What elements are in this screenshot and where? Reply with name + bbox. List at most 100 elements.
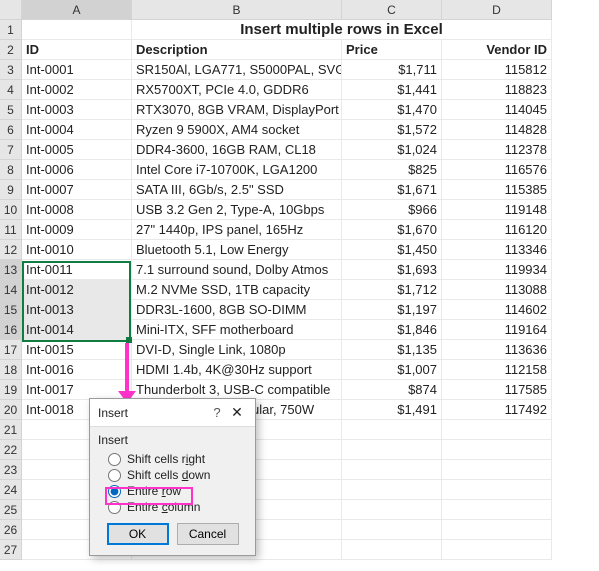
cell-empty-27-2[interactable]	[342, 540, 442, 560]
cell-desc-19[interactable]: Thunderbolt 3, USB-C compatible	[132, 380, 342, 400]
cell-id-9[interactable]: Int-0007	[22, 180, 132, 200]
row-header-13[interactable]: 13	[0, 260, 22, 280]
cell-vendor-20[interactable]: 117492	[442, 400, 552, 420]
cell-id-11[interactable]: Int-0009	[22, 220, 132, 240]
cell-id-7[interactable]: Int-0005	[22, 140, 132, 160]
cell-empty-21-2[interactable]	[342, 420, 442, 440]
cell-price-19[interactable]: $874	[342, 380, 442, 400]
row-header-6[interactable]: 6	[0, 120, 22, 140]
cell-price-5[interactable]: $1,470	[342, 100, 442, 120]
cell-empty-24-3[interactable]	[442, 480, 552, 500]
cell-empty-23-3[interactable]	[442, 460, 552, 480]
row-header-1[interactable]: 1	[0, 20, 22, 40]
option-entire-row[interactable]: Entire row	[98, 483, 247, 499]
cell-id-18[interactable]: Int-0016	[22, 360, 132, 380]
cell-vendor-6[interactable]: 114828	[442, 120, 552, 140]
row-header-4[interactable]: 4	[0, 80, 22, 100]
cell-empty-25-3[interactable]	[442, 500, 552, 520]
cell-price-11[interactable]: $1,670	[342, 220, 442, 240]
cell-price-10[interactable]: $966	[342, 200, 442, 220]
cancel-button[interactable]: Cancel	[177, 523, 239, 545]
cell-id-4[interactable]: Int-0002	[22, 80, 132, 100]
cell-price-7[interactable]: $1,024	[342, 140, 442, 160]
cell-empty-25-2[interactable]	[342, 500, 442, 520]
cell-id-3[interactable]: Int-0001	[22, 60, 132, 80]
option-entire-column[interactable]: Entire column	[98, 499, 247, 515]
row-header-10[interactable]: 10	[0, 200, 22, 220]
cell-empty-27-3[interactable]	[442, 540, 552, 560]
cell-id-12[interactable]: Int-0010	[22, 240, 132, 260]
cell-price-20[interactable]: $1,491	[342, 400, 442, 420]
cell-id-15[interactable]: Int-0013	[22, 300, 132, 320]
cell-desc-3[interactable]: SR150Al, LGA771, S5000PAL, SVGA	[132, 60, 342, 80]
row-header-20[interactable]: 20	[0, 400, 22, 420]
cell-vendor-9[interactable]: 115385	[442, 180, 552, 200]
header-vendor[interactable]: Vendor ID	[442, 40, 552, 60]
cell-desc-18[interactable]: HDMI 1.4b, 4K@30Hz support	[132, 360, 342, 380]
col-header-C[interactable]: C	[342, 0, 442, 20]
option-shift-right[interactable]: Shift cells right	[98, 451, 247, 467]
cell-vendor-16[interactable]: 119164	[442, 320, 552, 340]
cell-vendor-11[interactable]: 116120	[442, 220, 552, 240]
cell-desc-17[interactable]: DVI-D, Single Link, 1080p	[132, 340, 342, 360]
col-header-D[interactable]: D	[442, 0, 552, 20]
cell-desc-16[interactable]: Mini-ITX, SFF motherboard	[132, 320, 342, 340]
cell-price-4[interactable]: $1,441	[342, 80, 442, 100]
cell-vendor-7[interactable]: 112378	[442, 140, 552, 160]
cell-price-13[interactable]: $1,693	[342, 260, 442, 280]
cell-empty-23-2[interactable]	[342, 460, 442, 480]
row-header-9[interactable]: 9	[0, 180, 22, 200]
cell-id-5[interactable]: Int-0003	[22, 100, 132, 120]
cell-vendor-12[interactable]: 113346	[442, 240, 552, 260]
cell-empty-26-2[interactable]	[342, 520, 442, 540]
radio-shift-down[interactable]	[108, 469, 121, 482]
cell-id-17[interactable]: Int-0015	[22, 340, 132, 360]
cell-desc-9[interactable]: SATA III, 6Gb/s, 2.5" SSD	[132, 180, 342, 200]
cell-desc-6[interactable]: Ryzen 9 5900X, AM4 socket	[132, 120, 342, 140]
cell-desc-8[interactable]: Intel Core i7-10700K, LGA1200	[132, 160, 342, 180]
radio-entire-column[interactable]	[108, 501, 121, 514]
cell-vendor-4[interactable]: 118823	[442, 80, 552, 100]
header-id[interactable]: ID	[22, 40, 132, 60]
cell-empty-22-3[interactable]	[442, 440, 552, 460]
radio-shift-right[interactable]	[108, 453, 121, 466]
cell-price-6[interactable]: $1,572	[342, 120, 442, 140]
row-header-16[interactable]: 16	[0, 320, 22, 340]
cell-desc-7[interactable]: DDR4-3600, 16GB RAM, CL18	[132, 140, 342, 160]
cell-price-14[interactable]: $1,712	[342, 280, 442, 300]
cell-empty-22-2[interactable]	[342, 440, 442, 460]
row-header-11[interactable]: 11	[0, 220, 22, 240]
row-header-22[interactable]: 22	[0, 440, 22, 460]
col-header-B[interactable]: B	[132, 0, 342, 20]
dialog-titlebar[interactable]: Insert ? ✕	[90, 399, 255, 427]
row-header-5[interactable]: 5	[0, 100, 22, 120]
row-header-12[interactable]: 12	[0, 240, 22, 260]
radio-entire-row[interactable]	[108, 485, 121, 498]
cell-vendor-13[interactable]: 119934	[442, 260, 552, 280]
cell-desc-15[interactable]: DDR3L-1600, 8GB SO-DIMM	[132, 300, 342, 320]
cell-price-3[interactable]: $1,711	[342, 60, 442, 80]
row-header-2[interactable]: 2	[0, 40, 22, 60]
row-header-15[interactable]: 15	[0, 300, 22, 320]
cell-A1[interactable]	[22, 20, 132, 40]
cell-id-10[interactable]: Int-0008	[22, 200, 132, 220]
row-header-18[interactable]: 18	[0, 360, 22, 380]
cell-vendor-14[interactable]: 113088	[442, 280, 552, 300]
cell-empty-21-3[interactable]	[442, 420, 552, 440]
ok-button[interactable]: OK	[107, 523, 169, 545]
cell-id-8[interactable]: Int-0006	[22, 160, 132, 180]
row-header-21[interactable]: 21	[0, 420, 22, 440]
cell-price-16[interactable]: $1,846	[342, 320, 442, 340]
help-button[interactable]: ?	[209, 405, 225, 420]
cell-desc-5[interactable]: RTX3070, 8GB VRAM, DisplayPort	[132, 100, 342, 120]
cell-id-6[interactable]: Int-0004	[22, 120, 132, 140]
cell-vendor-3[interactable]: 115812	[442, 60, 552, 80]
cell-desc-12[interactable]: Bluetooth 5.1, Low Energy	[132, 240, 342, 260]
cell-desc-4[interactable]: RX5700XT, PCIe 4.0, GDDR6	[132, 80, 342, 100]
cell-id-16[interactable]: Int-0014	[22, 320, 132, 340]
row-header-26[interactable]: 26	[0, 520, 22, 540]
row-header-25[interactable]: 25	[0, 500, 22, 520]
cell-vendor-5[interactable]: 114045	[442, 100, 552, 120]
cell-vendor-8[interactable]: 116576	[442, 160, 552, 180]
option-shift-down[interactable]: Shift cells down	[98, 467, 247, 483]
